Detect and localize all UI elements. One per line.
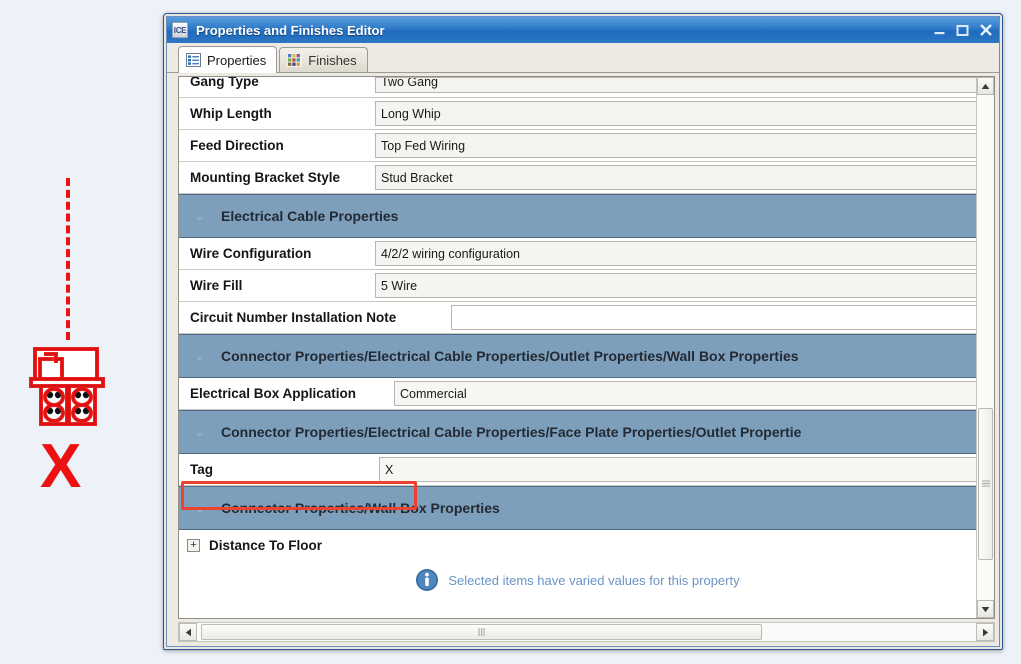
scroll-left-icon[interactable]: [179, 623, 197, 641]
tag-value-annotation: X: [40, 432, 82, 501]
chevron-down-icon[interactable]: ⌄: [179, 348, 221, 364]
tree-row-label: Distance To Floor: [209, 537, 323, 553]
app-logo-icon: ICE: [172, 22, 188, 38]
tab-properties[interactable]: Properties: [178, 46, 278, 73]
table-row[interactable]: Wire Configuration 4/2/2 wiring configur…: [179, 238, 976, 270]
tab-finishes[interactable]: Finishes: [279, 47, 368, 72]
property-label: Gang Type: [190, 77, 259, 89]
property-value[interactable]: Long Whip: [375, 101, 976, 126]
table-row[interactable]: Whip Length Long Whip: [179, 98, 976, 130]
scroll-down-icon[interactable]: [977, 600, 994, 618]
vertical-scroll-thumb[interactable]: [978, 408, 993, 560]
horizontal-scrollbar[interactable]: [178, 622, 995, 642]
table-row[interactable]: Gang Type Two Gang: [179, 77, 976, 98]
varied-values-info: Selected items have varied values for th…: [179, 560, 976, 600]
editor-content: Gang Type Two Gang Whip Length Long Whip…: [167, 73, 999, 646]
window-inner-frame: ICE Properties and Finishes Editor Prope…: [166, 16, 1000, 647]
grip-icon: [981, 480, 990, 487]
chevron-down-icon[interactable]: ⌄: [179, 500, 221, 516]
window-titlebar[interactable]: ICE Properties and Finishes Editor: [167, 17, 999, 43]
tag-input[interactable]: X: [379, 457, 976, 482]
tree-row-distance-to-floor[interactable]: + Distance To Floor: [179, 530, 976, 560]
screenshot-root: X ICE Properties and Finishes Editor Pro…: [0, 0, 1021, 664]
tab-finishes-label: Finishes: [308, 52, 357, 68]
maximize-icon[interactable]: [956, 24, 969, 37]
info-message: Selected items have varied values for th…: [448, 572, 740, 588]
list-icon: [186, 53, 201, 67]
section-title: Electrical Cable Properties: [221, 208, 399, 224]
properties-and-finishes-editor-window: ICE Properties and Finishes Editor Prope…: [163, 13, 1003, 650]
property-label: Tag: [190, 462, 213, 477]
chevron-down-icon[interactable]: ⌄: [179, 424, 221, 440]
info-icon: [416, 569, 439, 591]
section-title: Connector Properties/Wall Box Properties: [221, 500, 500, 516]
property-label: Feed Direction: [190, 138, 284, 153]
vertical-scroll-track[interactable]: [977, 95, 994, 600]
tab-properties-label: Properties: [207, 52, 267, 68]
expand-plus-icon[interactable]: +: [187, 538, 200, 552]
property-label: Wire Configuration: [190, 246, 312, 261]
table-row[interactable]: Feed Direction Top Fed Wiring: [179, 130, 976, 162]
horizontal-scroll-thumb[interactable]: [200, 624, 762, 640]
tab-strip: Properties Finishes: [167, 43, 999, 73]
duplex-outlet-symbol-icon: [29, 347, 105, 426]
dashed-leader-line-icon: [66, 178, 70, 340]
property-value[interactable]: Commercial: [394, 381, 976, 406]
property-label: Whip Length: [190, 106, 272, 121]
table-row[interactable]: Wire Fill 5 Wire: [179, 270, 976, 302]
minimize-icon[interactable]: [933, 24, 946, 37]
section-header-electrical-cable-properties[interactable]: ⌄ Electrical Cable Properties: [179, 194, 976, 238]
property-grid: Gang Type Two Gang Whip Length Long Whip…: [178, 76, 995, 619]
color-grid-icon: [287, 53, 303, 67]
section-title: Connector Properties/Electrical Cable Pr…: [221, 348, 799, 364]
table-row[interactable]: Electrical Box Application Commercial: [179, 378, 976, 410]
property-value[interactable]: Two Gang: [375, 77, 976, 93]
property-label: Electrical Box Application: [190, 386, 357, 401]
cad-annotation-group: X: [18, 178, 138, 523]
scroll-right-icon[interactable]: [976, 623, 994, 641]
property-value[interactable]: [451, 305, 976, 330]
property-value[interactable]: 4/2/2 wiring configuration: [375, 241, 976, 266]
property-value[interactable]: Top Fed Wiring: [375, 133, 976, 158]
property-label: Wire Fill: [190, 278, 243, 293]
table-row[interactable]: Mounting Bracket Style Stud Bracket: [179, 162, 976, 194]
table-row-tag[interactable]: Tag X: [179, 454, 976, 486]
vertical-scrollbar[interactable]: [976, 77, 994, 618]
property-value[interactable]: 5 Wire: [375, 273, 976, 298]
horizontal-scroll-track[interactable]: [197, 623, 976, 641]
property-grid-rows: Gang Type Two Gang Whip Length Long Whip…: [179, 77, 976, 618]
chevron-down-icon[interactable]: ⌄: [179, 208, 221, 224]
property-label: Mounting Bracket Style: [190, 170, 341, 185]
window-controls: [933, 17, 993, 43]
section-header-connector-outlet-wallbox[interactable]: ⌄ Connector Properties/Electrical Cable …: [179, 334, 976, 378]
close-icon[interactable]: [979, 23, 993, 37]
property-label: Circuit Number Installation Note: [190, 310, 397, 325]
table-row[interactable]: Circuit Number Installation Note: [179, 302, 976, 334]
window-title: Properties and Finishes Editor: [196, 22, 385, 38]
scroll-up-icon[interactable]: [977, 77, 994, 95]
section-header-connector-faceplate-outlet[interactable]: ⌄ Connector Properties/Electrical Cable …: [179, 410, 976, 454]
property-value[interactable]: Stud Bracket: [375, 165, 976, 190]
section-header-connector-wallbox[interactable]: ⌄ Connector Properties/Wall Box Properti…: [179, 486, 976, 530]
section-title: Connector Properties/Electrical Cable Pr…: [221, 424, 802, 440]
grip-icon: [478, 628, 485, 636]
